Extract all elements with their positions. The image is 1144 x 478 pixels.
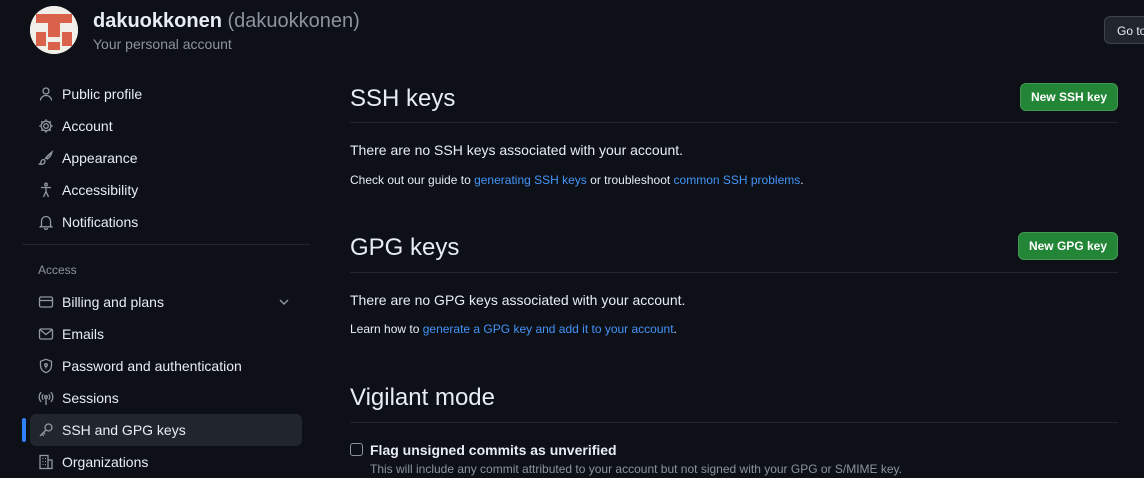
gpg-section-divider bbox=[350, 272, 1118, 273]
sidebar-item-label: Billing and plans bbox=[62, 294, 164, 310]
login-name: (dakuokkonen) bbox=[227, 10, 360, 32]
avatar[interactable] bbox=[30, 6, 78, 54]
sidebar-item-accessibility[interactable]: Accessibility bbox=[30, 174, 302, 206]
ssh-empty-message: There are no SSH keys associated with yo… bbox=[350, 142, 684, 158]
gear-icon bbox=[38, 118, 54, 134]
sidebar-item-label: Password and authentication bbox=[62, 358, 242, 374]
vigilant-section-divider bbox=[350, 422, 1118, 423]
sidebar-item-password[interactable]: Password and authentication bbox=[30, 350, 302, 382]
gpg-learn-suffix: . bbox=[673, 322, 677, 336]
sidebar-item-account[interactable]: Account bbox=[30, 110, 302, 142]
bell-icon bbox=[38, 214, 54, 230]
sidebar-item-appearance[interactable]: Appearance bbox=[30, 142, 302, 174]
sidebar-item-notifications[interactable]: Notifications bbox=[30, 206, 302, 238]
person-icon bbox=[38, 86, 54, 102]
sidebar-item-public-profile[interactable]: Public profile bbox=[30, 78, 302, 110]
gpg-learn-text: Learn how to generate a GPG key and add … bbox=[350, 322, 677, 336]
new-gpg-key-button[interactable]: New GPG key bbox=[1018, 232, 1118, 260]
common-ssh-problems-link[interactable]: common SSH problems bbox=[674, 173, 801, 187]
sidebar-item-sessions[interactable]: Sessions bbox=[30, 382, 302, 414]
sidebar-item-label: Appearance bbox=[62, 150, 138, 166]
credit-card-icon bbox=[38, 294, 54, 310]
vigilant-mode-heading: Vigilant mode bbox=[350, 384, 495, 411]
sidebar-item-billing[interactable]: Billing and plans bbox=[30, 286, 302, 318]
key-icon bbox=[38, 422, 54, 438]
mail-icon bbox=[38, 326, 54, 342]
generating-ssh-keys-link[interactable]: generating SSH keys bbox=[474, 173, 587, 187]
generate-gpg-key-link[interactable]: generate a GPG key and add it to your ac… bbox=[423, 322, 674, 336]
ssh-guide-text: Check out our guide to generating SSH ke… bbox=[350, 173, 804, 187]
ssh-guide-suffix: . bbox=[800, 173, 804, 187]
active-indicator bbox=[22, 418, 26, 442]
ssh-guide-prefix: Check out our guide to bbox=[350, 173, 475, 187]
flag-unsigned-commits-checkbox[interactable] bbox=[350, 443, 363, 456]
paintbrush-icon bbox=[38, 150, 54, 166]
account-subtitle: Your personal account bbox=[93, 36, 232, 52]
sidebar-divider bbox=[22, 244, 310, 245]
sidebar-item-label: Notifications bbox=[62, 214, 139, 230]
gpg-learn-prefix: Learn how to bbox=[350, 322, 423, 336]
sidebar-item-label: Accessibility bbox=[62, 182, 139, 198]
display-name: dakuokkonen bbox=[93, 10, 222, 32]
sidebar-item-label: Emails bbox=[62, 326, 105, 342]
sidebar-item-ssh-gpg-keys[interactable]: SSH and GPG keys bbox=[30, 414, 302, 446]
sidebar-item-emails[interactable]: Emails bbox=[30, 318, 302, 350]
broadcast-icon bbox=[38, 390, 54, 406]
sidebar-section-heading-access: Access bbox=[38, 263, 77, 277]
account-name[interactable]: dakuokkonen (dakuokkonen) bbox=[93, 10, 360, 33]
gpg-keys-heading: GPG keys bbox=[350, 234, 460, 261]
ssh-keys-heading: SSH keys bbox=[350, 85, 456, 112]
new-ssh-key-button[interactable]: New SSH key bbox=[1020, 83, 1118, 111]
go-to-profile-button[interactable]: Go to your personal profile bbox=[1104, 16, 1144, 44]
ssh-guide-mid: or troubleshoot bbox=[586, 173, 674, 187]
ssh-section-divider bbox=[350, 122, 1118, 123]
flag-unsigned-commits-label[interactable]: Flag unsigned commits as unverified bbox=[370, 442, 617, 458]
sidebar-item-label: SSH and GPG keys bbox=[62, 422, 186, 438]
accessibility-icon bbox=[38, 182, 54, 198]
sidebar-item-label: Sessions bbox=[62, 390, 119, 406]
chevron-down-icon[interactable] bbox=[276, 294, 292, 310]
shield-lock-icon bbox=[38, 358, 54, 374]
gpg-empty-message: There are no GPG keys associated with yo… bbox=[350, 292, 686, 308]
sidebar-item-label: Public profile bbox=[62, 86, 143, 102]
sidebar-item-organizations[interactable]: Organizations bbox=[30, 446, 302, 478]
sidebar-item-label: Account bbox=[62, 118, 113, 134]
vigilant-mode-hint: This will include any commit attributed … bbox=[370, 462, 903, 476]
